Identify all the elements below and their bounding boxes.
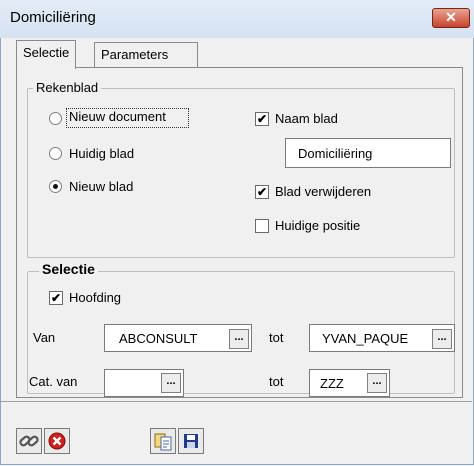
tab-parameters[interactable]: Parameters xyxy=(94,42,198,68)
van-browse-label: ... xyxy=(234,331,244,343)
checkbox-hoofding[interactable]: ✔ xyxy=(49,291,63,305)
checkbox-blad-verwijderen-label[interactable]: Blad verwijderen xyxy=(275,184,371,199)
cat-tot-value: ZZZ xyxy=(320,376,344,391)
cat-van-browse-label: ... xyxy=(166,375,176,387)
radio-huidig-blad[interactable] xyxy=(49,147,62,160)
copy-button[interactable] xyxy=(150,428,176,454)
cat-tot-browse-label: ... xyxy=(372,375,382,387)
checkbox-huidige-positie-label[interactable]: Huidige positie xyxy=(275,218,360,233)
close-icon: ✕ xyxy=(445,9,457,25)
cat-van-browse-button[interactable]: ... xyxy=(161,373,181,393)
tab-page-selectie: Rekenblad Nieuw document Huidig blad Nie… xyxy=(16,67,463,398)
radio-huidig-blad-label[interactable]: Huidig blad xyxy=(69,146,134,161)
naam-blad-input[interactable]: Domiciliëring xyxy=(285,138,451,168)
save-icon xyxy=(184,434,198,448)
rekenblad-legend: Rekenblad xyxy=(33,80,102,95)
tot-value: YVAN_PAQUE xyxy=(322,331,409,346)
copy-icon xyxy=(154,433,172,451)
cat-tot-browse-button[interactable]: ... xyxy=(367,373,387,393)
cat-tot-label: tot xyxy=(269,374,284,389)
save-button[interactable] xyxy=(178,428,204,454)
radio-nieuw-blad-label[interactable]: Nieuw blad xyxy=(69,179,133,194)
van-value: ABCONSULT xyxy=(119,331,198,346)
checkbox-naam-blad[interactable]: ✔ xyxy=(255,112,269,126)
tot-browse-label: ... xyxy=(437,331,447,343)
cancel-icon xyxy=(48,432,66,450)
checkbox-blad-verwijderen[interactable]: ✔ xyxy=(255,185,269,199)
naam-blad-value: Domiciliëring xyxy=(298,146,373,161)
link-icon xyxy=(19,435,39,447)
tab-parameters-label: Parameters xyxy=(101,47,169,62)
close-button[interactable]: ✕ xyxy=(432,8,470,28)
radio-nieuw-document[interactable] xyxy=(49,112,62,125)
tot-browse-button[interactable]: ... xyxy=(432,329,452,349)
cancel-button[interactable] xyxy=(44,428,70,454)
selectie-legend: Selectie xyxy=(39,261,98,277)
title-bar: Domiciliëring ✕ xyxy=(0,0,474,38)
toolbar-separator xyxy=(0,401,472,402)
link-button[interactable] xyxy=(16,428,42,454)
window-title: Domiciliëring xyxy=(10,9,96,26)
cat-van-label: Cat. van xyxy=(29,374,78,389)
tab-selectie-label: Selectie xyxy=(23,45,70,60)
checkbox-hoofding-label[interactable]: Hoofding xyxy=(69,290,121,305)
van-browse-button[interactable]: ... xyxy=(229,329,249,349)
tot-label: tot xyxy=(269,330,284,345)
radio-nieuw-document-label[interactable]: Nieuw document xyxy=(69,109,166,124)
checkbox-naam-blad-label[interactable]: Naam blad xyxy=(275,111,338,126)
tab-selectie[interactable]: Selectie xyxy=(16,40,77,69)
checkbox-huidige-positie[interactable] xyxy=(255,219,269,233)
van-label: Van xyxy=(33,330,56,345)
radio-nieuw-blad[interactable] xyxy=(49,180,62,193)
